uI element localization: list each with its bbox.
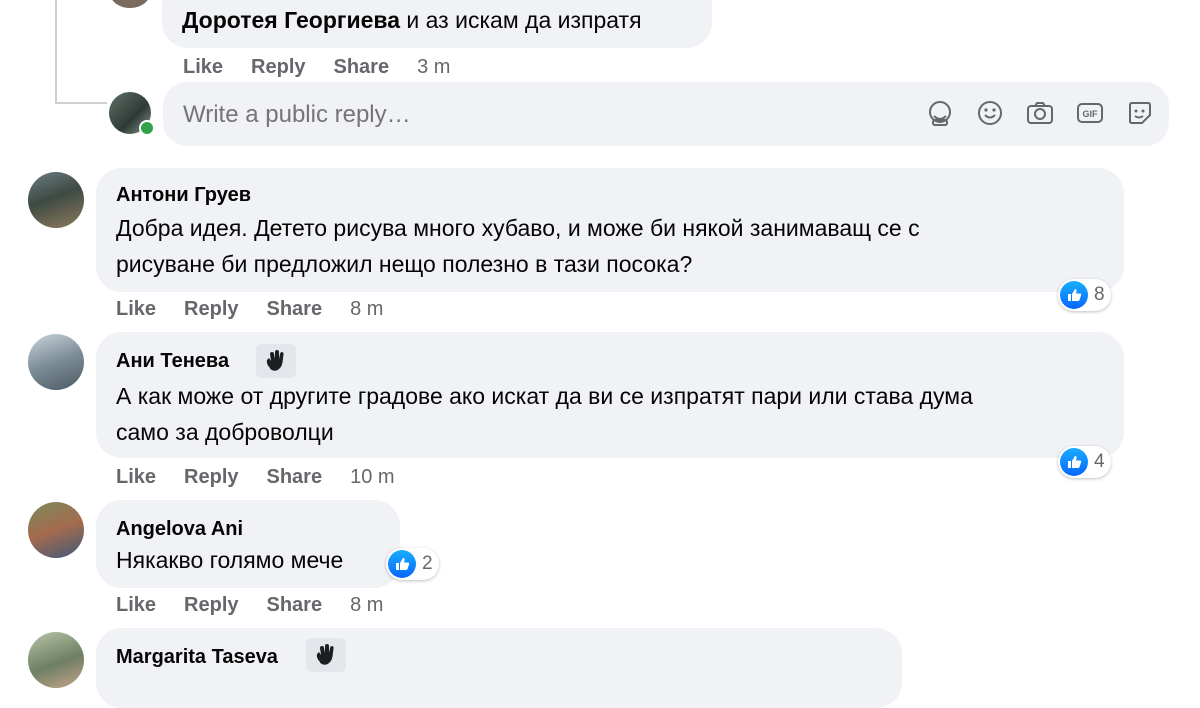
reply-button[interactable]: Reply bbox=[184, 298, 238, 321]
like-reaction-icon bbox=[388, 550, 416, 578]
comment-line: А как може от другите градове ако искат … bbox=[116, 383, 973, 409]
timestamp[interactable]: 3 m bbox=[417, 56, 450, 79]
comment-text: Добра идея. Детето рисува много хубаво, … bbox=[116, 210, 920, 282]
reply-button[interactable]: Reply bbox=[184, 594, 238, 617]
thread-line bbox=[55, 0, 57, 104]
comment-line: рисуване би предложил нещо полезно в таз… bbox=[116, 251, 693, 277]
comment-text: и аз искам да изпратя bbox=[406, 7, 642, 33]
online-indicator bbox=[139, 120, 155, 136]
comment-actions: Like Reply Share 10 m bbox=[116, 466, 423, 489]
reaction-count[interactable]: 2 bbox=[386, 548, 439, 580]
share-button[interactable]: Share bbox=[267, 594, 323, 617]
reaction-count[interactable]: 4 bbox=[1058, 446, 1111, 478]
gif-icon[interactable]: GIF bbox=[1075, 98, 1105, 128]
comment-bubble: Margarita Taseva bbox=[96, 628, 902, 708]
reply-button[interactable]: Reply bbox=[251, 56, 305, 79]
composer-tools: GIF bbox=[925, 98, 1155, 128]
comment-text: Някакво голямо мече bbox=[116, 542, 343, 578]
comment-bubble: Антони Груев Добра идея. Детето рисува м… bbox=[96, 168, 1124, 292]
like-reaction-icon bbox=[1060, 281, 1088, 309]
avatar[interactable] bbox=[28, 632, 84, 688]
emoji-icon[interactable] bbox=[975, 98, 1005, 128]
comment-author[interactable]: Антони Груев bbox=[116, 184, 251, 207]
like-button[interactable]: Like bbox=[116, 298, 156, 321]
camera-icon[interactable] bbox=[1025, 98, 1055, 128]
share-button[interactable]: Share bbox=[267, 298, 323, 321]
reaction-count[interactable]: 8 bbox=[1058, 279, 1111, 311]
reply-button[interactable]: Reply bbox=[184, 466, 238, 489]
like-button[interactable]: Like bbox=[183, 56, 223, 79]
mentioned-author[interactable]: Доротея Георгиева bbox=[182, 7, 400, 33]
avatar-sticker-icon[interactable] bbox=[925, 98, 955, 128]
comment-line: само за доброволци bbox=[116, 419, 334, 445]
avatar[interactable] bbox=[28, 502, 84, 558]
sticker-icon[interactable] bbox=[1125, 98, 1155, 128]
comment-line: Добра идея. Детето рисува много хубаво, … bbox=[116, 215, 920, 241]
comment-author[interactable]: Margarita Taseva bbox=[116, 646, 278, 669]
comment-line: Някакво голямо мече bbox=[116, 547, 344, 573]
avatar[interactable] bbox=[28, 334, 84, 390]
like-reaction-icon bbox=[1060, 448, 1088, 476]
like-button[interactable]: Like bbox=[116, 466, 156, 489]
reply-input[interactable] bbox=[181, 94, 885, 136]
avatar[interactable] bbox=[28, 172, 84, 228]
comment-actions: Like Reply Share 8 m bbox=[116, 298, 411, 321]
comment-author[interactable]: Ани Тенева bbox=[116, 350, 229, 373]
comment-actions: Like Reply Share 8 m bbox=[116, 594, 411, 617]
timestamp[interactable]: 8 m bbox=[350, 298, 383, 321]
timestamp[interactable]: 10 m bbox=[350, 466, 394, 489]
avatar[interactable] bbox=[110, 0, 150, 8]
comment-text: А как може от другите градове ако искат … bbox=[116, 378, 973, 450]
svg-text:GIF: GIF bbox=[1083, 109, 1099, 119]
share-button[interactable]: Share bbox=[267, 466, 323, 489]
comment-bubble: Ани Тенева А как може от другите градове… bbox=[96, 332, 1124, 458]
comment-actions: Like Reply Share 3 m bbox=[183, 56, 478, 79]
comment-bubble: Доротея Георгиева и аз искам да изпратя bbox=[162, 0, 712, 48]
like-button[interactable]: Like bbox=[116, 594, 156, 617]
thread-line-branch bbox=[55, 102, 107, 104]
reply-input-container: GIF bbox=[163, 82, 1169, 146]
comment-bubble: Angelova Ani Някакво голямо мече bbox=[96, 500, 400, 588]
waving-hand-badge[interactable] bbox=[256, 344, 296, 378]
waving-hand-badge[interactable] bbox=[306, 638, 346, 672]
comment-author[interactable]: Angelova Ani bbox=[116, 518, 243, 541]
timestamp[interactable]: 8 m bbox=[350, 594, 383, 617]
share-button[interactable]: Share bbox=[334, 56, 390, 79]
